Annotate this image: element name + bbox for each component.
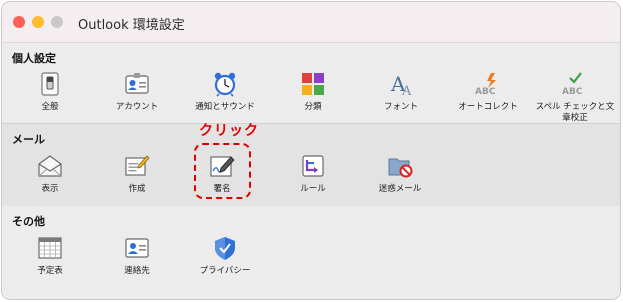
contacts-icon bbox=[124, 235, 150, 261]
alarm-clock-icon bbox=[212, 71, 238, 97]
zoom-button[interactable] bbox=[51, 16, 63, 28]
calendar-icon bbox=[37, 235, 63, 261]
rules-icon bbox=[300, 153, 326, 179]
pref-account[interactable]: アカウント bbox=[97, 71, 177, 113]
title-bar: Outlook 環境設定 bbox=[2, 2, 620, 43]
pref-junk[interactable]: 迷惑メール bbox=[360, 153, 440, 195]
section-other: その他 予定表 連絡先 プライバシー bbox=[2, 206, 620, 299]
pref-general[interactable]: 全般 bbox=[10, 71, 90, 113]
pref-label: 通知とサウンド bbox=[195, 102, 255, 112]
pref-label: アカウント bbox=[115, 102, 159, 112]
section-heading: 個人設定 bbox=[12, 52, 56, 65]
compose-icon bbox=[124, 153, 150, 179]
pref-label: 分類 bbox=[304, 102, 322, 112]
click-callout: クリック bbox=[199, 123, 259, 139]
switch-icon bbox=[37, 71, 63, 97]
pref-label: 全般 bbox=[41, 102, 59, 112]
pref-rules[interactable]: ルール bbox=[273, 153, 353, 195]
pref-autocorrect[interactable]: ABC オートコレクト bbox=[448, 71, 528, 113]
section-personal: 個人設定 全般 アカウント 通知とサウンド 分類 A A フォント ABC オー… bbox=[2, 43, 620, 123]
pref-view[interactable]: 表示 bbox=[10, 153, 90, 195]
pref-label: 迷惑メール bbox=[378, 184, 422, 194]
pref-contacts[interactable]: 連絡先 bbox=[97, 235, 177, 277]
pref-calendar[interactable]: 予定表 bbox=[10, 235, 90, 277]
pref-label: プライバシー bbox=[199, 266, 251, 276]
minimize-button[interactable] bbox=[32, 16, 44, 28]
section-mail: メール 表示 作成 署名 ルール 迷惑メール bbox=[2, 123, 620, 207]
pref-label: 予定表 bbox=[37, 266, 63, 276]
pref-compose[interactable]: 作成 bbox=[97, 153, 177, 195]
pref-label: スペル チェックと文章校正 bbox=[535, 102, 615, 123]
pref-label: 表示 bbox=[41, 184, 59, 194]
pref-categories[interactable]: 分類 bbox=[273, 71, 353, 113]
account-card-icon bbox=[124, 71, 150, 97]
section-heading: メール bbox=[12, 133, 45, 146]
pref-fonts[interactable]: A A フォント bbox=[361, 71, 441, 113]
svg-text:A: A bbox=[401, 84, 412, 97]
shield-icon bbox=[212, 235, 238, 261]
open-envelope-icon bbox=[37, 153, 63, 179]
pref-label: オートコレクト bbox=[458, 102, 518, 112]
pref-label: フォント bbox=[383, 102, 418, 112]
pref-label: 作成 bbox=[128, 184, 146, 194]
pref-label: ルール bbox=[300, 184, 326, 194]
pref-label: 連絡先 bbox=[124, 266, 150, 276]
pref-privacy[interactable]: プライバシー bbox=[185, 235, 265, 277]
svg-text:ABC: ABC bbox=[475, 87, 496, 97]
pref-spellcheck[interactable]: ABC スペル チェックと文章校正 bbox=[535, 71, 615, 124]
category-squares-icon bbox=[300, 71, 326, 97]
font-icon: A A bbox=[388, 71, 414, 99]
junk-folder-icon bbox=[387, 153, 413, 179]
section-heading: その他 bbox=[12, 215, 45, 228]
autocorrect-icon: ABC bbox=[475, 71, 501, 97]
svg-text:ABC: ABC bbox=[562, 87, 583, 97]
close-button[interactable] bbox=[13, 16, 25, 28]
pref-notifications[interactable]: 通知とサウンド bbox=[185, 71, 265, 113]
preferences-window: Outlook 環境設定 個人設定 全般 アカウント 通知とサウンド 分類 A … bbox=[1, 1, 621, 300]
highlight-box bbox=[194, 143, 251, 199]
window-title: Outlook 環境設定 bbox=[78, 18, 185, 33]
spellcheck-icon: ABC bbox=[562, 71, 588, 97]
